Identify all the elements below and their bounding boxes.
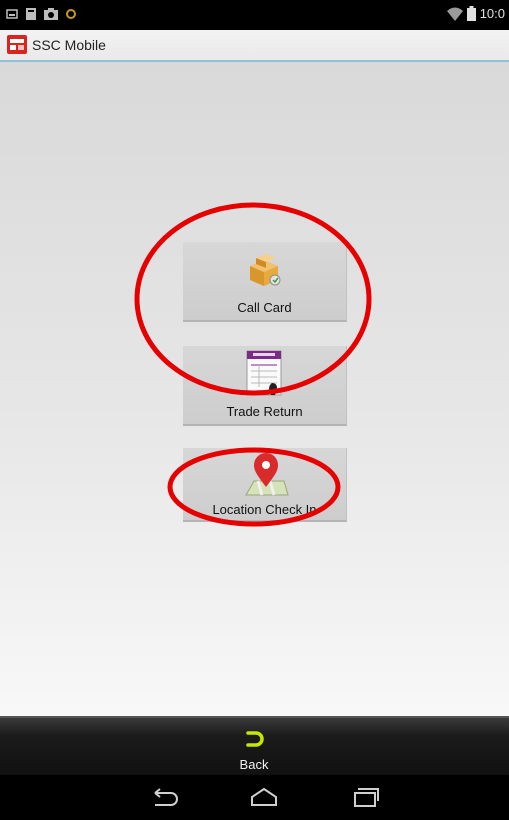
storage-icon bbox=[26, 8, 36, 20]
notification-dot-icon bbox=[66, 9, 76, 19]
call-card-label: Call Card bbox=[237, 300, 292, 315]
back-button[interactable]: Back bbox=[229, 724, 279, 772]
main-content: Call Card Trade Return Location Check In bbox=[0, 62, 509, 716]
nav-home-icon[interactable] bbox=[246, 785, 282, 809]
battery-icon bbox=[466, 6, 476, 21]
status-time: 10:0 bbox=[479, 6, 505, 21]
status-notifications bbox=[6, 8, 76, 20]
system-nav-bar bbox=[0, 775, 509, 820]
map-pin-icon bbox=[244, 453, 289, 496]
nav-recents-icon[interactable] bbox=[347, 785, 383, 809]
call-card-button[interactable]: Call Card bbox=[183, 242, 347, 322]
ssc-app-icon[interactable] bbox=[7, 35, 27, 54]
app-title: SSC Mobile bbox=[32, 37, 106, 53]
location-check-in-button[interactable]: Location Check In bbox=[183, 448, 347, 522]
screenshot-icon bbox=[6, 9, 18, 19]
back-arrow-icon bbox=[246, 731, 264, 747]
camera-icon bbox=[44, 8, 58, 20]
trade-return-button[interactable]: Trade Return bbox=[183, 346, 347, 426]
action-bar: SSC Mobile bbox=[0, 30, 509, 62]
back-label: Back bbox=[239, 757, 269, 772]
wifi-icon bbox=[446, 7, 463, 21]
returns-form-icon bbox=[246, 350, 281, 396]
status-bar: 10:0 bbox=[0, 0, 509, 30]
nav-back-icon[interactable] bbox=[147, 785, 183, 809]
location-check-in-label: Location Check In bbox=[212, 502, 317, 517]
boxes-icon bbox=[249, 254, 280, 286]
trade-return-label: Trade Return bbox=[226, 404, 303, 419]
bottom-action-bar: Back bbox=[0, 716, 509, 777]
